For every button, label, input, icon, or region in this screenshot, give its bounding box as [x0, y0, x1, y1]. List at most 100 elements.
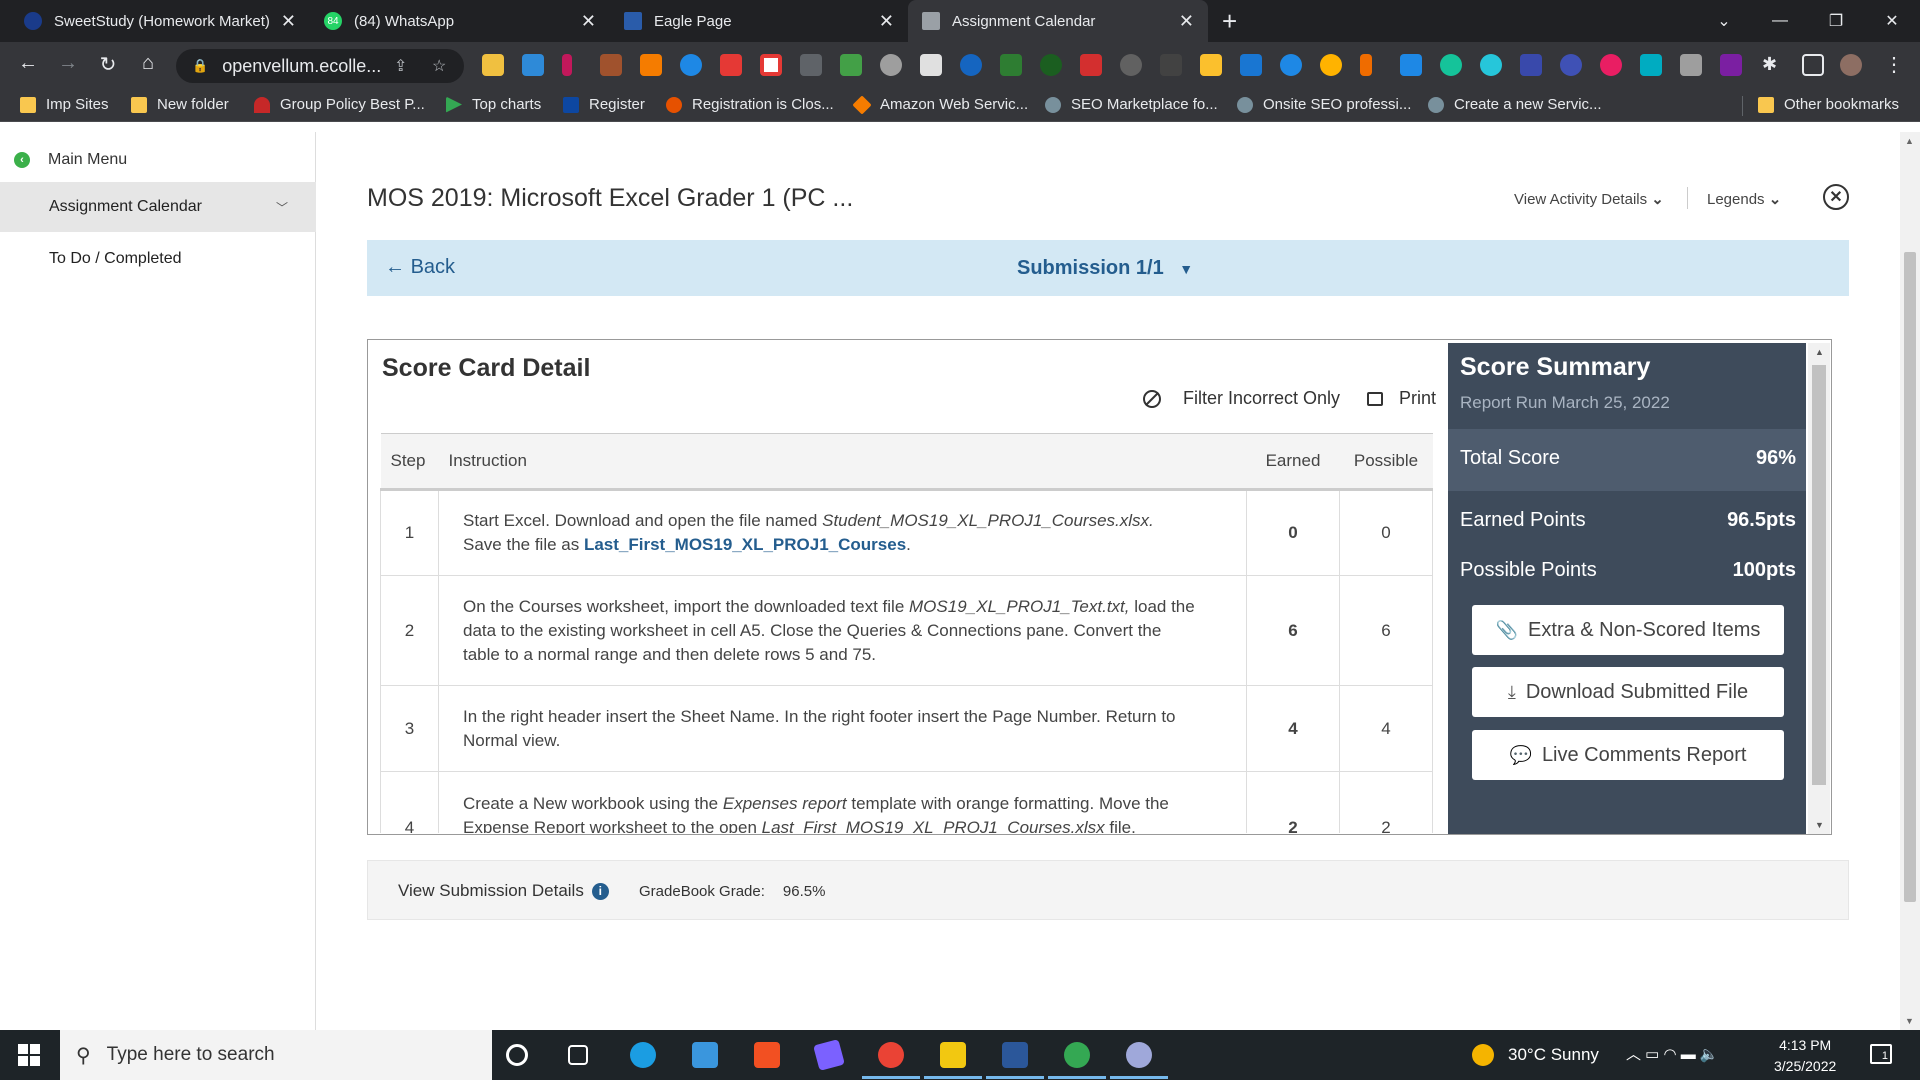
- edge-icon[interactable]: [630, 1042, 656, 1068]
- extension-icon[interactable]: [640, 54, 662, 76]
- bookmark-item[interactable]: Top charts: [446, 96, 541, 113]
- close-tab-icon[interactable]: ✕: [281, 11, 296, 32]
- score-table-container[interactable]: Step Instruction Earned Possible 1 Start…: [380, 433, 1433, 833]
- main-menu-link[interactable]: ‹ Main Menu: [0, 138, 316, 182]
- extension-icon[interactable]: [1440, 54, 1462, 76]
- home-icon[interactable]: ⌂: [134, 52, 162, 75]
- info-icon[interactable]: i: [591, 882, 609, 900]
- scroll-down-icon[interactable]: ▼: [1905, 1016, 1914, 1026]
- taskbar-search[interactable]: ⚲ Type here to search: [60, 1030, 492, 1080]
- side-panel-icon[interactable]: [1802, 54, 1824, 76]
- extension-icon[interactable]: [1600, 54, 1622, 76]
- scroll-up-icon[interactable]: ▲: [1815, 347, 1824, 357]
- scrollbar-thumb[interactable]: [1812, 365, 1826, 785]
- extension-icon[interactable]: [522, 54, 544, 76]
- extension-icon[interactable]: [920, 54, 942, 76]
- mail-icon[interactable]: [692, 1042, 718, 1068]
- extension-icon[interactable]: [1360, 54, 1372, 76]
- legends-link[interactable]: Legends ⌄: [1707, 190, 1781, 208]
- bookmark-item[interactable]: Onsite SEO professi...: [1237, 96, 1411, 113]
- scroll-up-icon[interactable]: ▲: [1905, 136, 1914, 146]
- extension-icon[interactable]: [680, 54, 702, 76]
- extensions-puzzle-icon[interactable]: ✱: [1762, 54, 1784, 76]
- tray-icons[interactable]: ︿ ▭ ◠ ▬ 🔈: [1626, 1043, 1719, 1064]
- cortana-icon[interactable]: [506, 1044, 528, 1066]
- paint-icon[interactable]: [1126, 1042, 1152, 1068]
- extension-icon[interactable]: [880, 54, 902, 76]
- system-clock[interactable]: 4:13 PM 3/25/2022: [1774, 1035, 1836, 1077]
- weather-text[interactable]: 30°C Sunny: [1508, 1045, 1599, 1065]
- extension-icon[interactable]: [562, 54, 572, 76]
- bookmark-item[interactable]: Registration is Clos...: [666, 96, 834, 113]
- extension-icon[interactable]: [1400, 54, 1422, 76]
- close-tab-icon[interactable]: ✕: [1179, 11, 1194, 32]
- new-tab-icon[interactable]: +: [1222, 6, 1237, 37]
- extension-icon[interactable]: [1000, 54, 1022, 76]
- extension-icon[interactable]: [1680, 54, 1702, 76]
- scrollbar-thumb[interactable]: [1904, 252, 1916, 902]
- sidebar-item-assignment-calendar[interactable]: Assignment Calendar ﹀: [0, 182, 316, 232]
- extension-icon[interactable]: [1720, 54, 1742, 76]
- extension-icon[interactable]: [1120, 54, 1142, 76]
- scorecard-scrollbar[interactable]: ▲ ▼: [1808, 343, 1830, 834]
- close-circle-icon[interactable]: ✕: [1823, 184, 1849, 210]
- tab-eagle-page[interactable]: Eagle Page ✕: [610, 0, 908, 42]
- extra-non-scored-button[interactable]: 📎 Extra & Non-Scored Items: [1472, 605, 1784, 655]
- live-comments-report-button[interactable]: 💬 Live Comments Report: [1472, 730, 1784, 780]
- extension-icon[interactable]: [960, 54, 982, 76]
- task-view-icon[interactable]: [568, 1045, 588, 1065]
- extension-icon[interactable]: [1200, 54, 1222, 76]
- view-activity-details-link[interactable]: View Activity Details ⌄: [1514, 190, 1664, 208]
- back-arrow-icon[interactable]: ←: [14, 52, 42, 75]
- bookmark-item[interactable]: Create a new Servic...: [1428, 96, 1602, 113]
- tab-sweetstudy[interactable]: SweetStudy (Homework Market) ✕: [10, 0, 310, 42]
- profile-avatar-icon[interactable]: [1840, 54, 1862, 76]
- extension-icon[interactable]: [1240, 54, 1262, 76]
- share-icon[interactable]: ⇪: [394, 56, 407, 76]
- tab-whatsapp[interactable]: 84 (84) WhatsApp ✕: [310, 0, 610, 42]
- forward-arrow-icon[interactable]: →: [54, 52, 82, 75]
- print-button[interactable]: Print: [1367, 388, 1436, 409]
- minimize-icon[interactable]: —: [1752, 0, 1808, 42]
- video-editor-icon[interactable]: [813, 1039, 845, 1071]
- extension-icon[interactable]: [840, 54, 862, 76]
- sidebar-item-todo-completed[interactable]: To Do / Completed: [0, 234, 316, 284]
- bookmark-item[interactable]: Register: [563, 96, 645, 113]
- chrome-icon[interactable]: [878, 1042, 904, 1068]
- address-bar[interactable]: 🔒 openvellum.ecolle... ⇪ ☆: [176, 49, 464, 83]
- extension-icon[interactable]: [1040, 54, 1062, 76]
- extension-icon[interactable]: [1320, 54, 1342, 76]
- file-explorer-icon[interactable]: [940, 1042, 966, 1068]
- filter-incorrect-toggle[interactable]: Filter Incorrect Only: [1143, 388, 1340, 409]
- download-submitted-file-button[interactable]: ⤓ Download Submitted File: [1472, 667, 1784, 717]
- page-scrollbar[interactable]: ▲ ▼: [1900, 132, 1920, 1030]
- extension-icon[interactable]: [1280, 54, 1302, 76]
- word-icon[interactable]: [1002, 1042, 1028, 1068]
- bookmark-item[interactable]: SEO Marketplace fo...: [1045, 96, 1218, 113]
- extension-icon[interactable]: [1560, 54, 1582, 76]
- bookmark-item[interactable]: New folder: [131, 96, 229, 113]
- view-submission-details-link[interactable]: View Submission Details i: [398, 881, 609, 901]
- close-tab-icon[interactable]: ✕: [581, 11, 596, 32]
- extension-icon[interactable]: [1520, 54, 1542, 76]
- tab-search-icon[interactable]: ⌄: [1696, 0, 1752, 42]
- extension-icon[interactable]: [482, 54, 504, 76]
- extension-icon[interactable]: [1160, 54, 1182, 76]
- store-icon[interactable]: [754, 1042, 780, 1068]
- windows-start-icon[interactable]: [18, 1044, 40, 1066]
- restore-icon[interactable]: ❐: [1808, 0, 1864, 42]
- bookmark-star-icon[interactable]: ☆: [432, 56, 446, 76]
- extension-icon[interactable]: [1080, 54, 1102, 76]
- extension-icon[interactable]: [760, 54, 782, 76]
- other-bookmarks[interactable]: Other bookmarks: [1758, 96, 1899, 113]
- tab-assignment-calendar[interactable]: Assignment Calendar ✕: [908, 0, 1208, 42]
- bookmark-item[interactable]: Group Policy Best P...: [254, 96, 425, 113]
- extension-icon[interactable]: [720, 54, 742, 76]
- extension-icon[interactable]: [600, 54, 622, 76]
- chrome-profile-icon[interactable]: [1064, 1042, 1090, 1068]
- extension-icon[interactable]: [1640, 54, 1662, 76]
- close-tab-icon[interactable]: ✕: [879, 11, 894, 32]
- notification-center-icon[interactable]: 1: [1870, 1044, 1892, 1064]
- bookmark-item[interactable]: Imp Sites: [20, 96, 109, 113]
- back-link[interactable]: ← Back: [385, 256, 455, 279]
